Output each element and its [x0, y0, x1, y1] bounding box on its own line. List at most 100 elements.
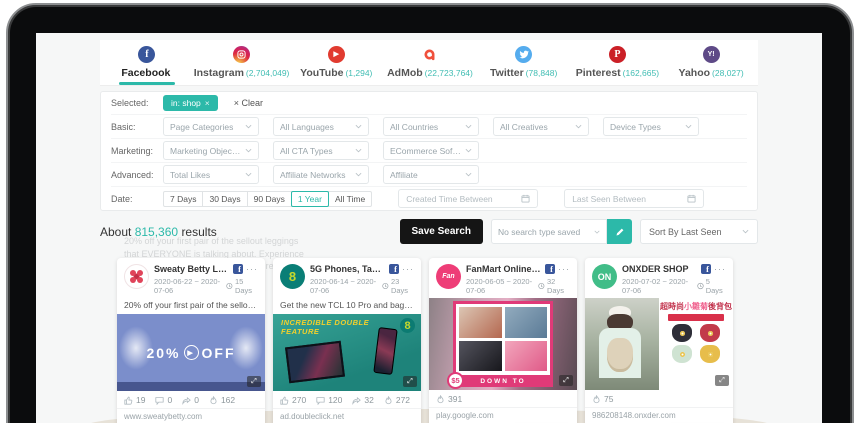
- select-ecommerce-softwares[interactable]: ECommerce Softwares: [383, 141, 479, 160]
- save-search-button[interactable]: Save Search: [400, 219, 484, 244]
- advertiser-name: FanMart Online Shopping - F...: [466, 264, 542, 274]
- expand-icon[interactable]: ⤢: [559, 375, 573, 386]
- expand-icon[interactable]: ⤢: [247, 376, 261, 387]
- heat-icon: [436, 395, 445, 404]
- tab-label: AdMob(22,723,764): [387, 67, 473, 79]
- select-marketing-objectives[interactable]: Marketing Objectives: [163, 141, 259, 160]
- tab-pinterest[interactable]: P Pinterest(162,665): [571, 40, 665, 85]
- saved-search-group: No search type saved: [491, 219, 632, 244]
- heat-icon: [592, 395, 601, 404]
- tab-label: Facebook: [121, 67, 172, 79]
- tab-label: Twitter(78,848): [490, 67, 557, 79]
- instagram-icon: [233, 46, 250, 63]
- model-photo: [585, 298, 659, 390]
- selected-filter-chip[interactable]: in: shop×: [163, 95, 218, 111]
- expand-icon[interactable]: ⤢: [403, 376, 417, 387]
- card-menu-icon[interactable]: ···: [558, 264, 570, 274]
- tab-label: Yahoo(28,027): [679, 67, 744, 79]
- ad-domain[interactable]: 986208148.onxder.com: [585, 407, 733, 421]
- tab-youtube[interactable]: ▶ YouTube(1,294): [289, 40, 383, 85]
- ad-duration: 15 Days: [226, 277, 258, 295]
- network-tabbar: f Facebook Instagram(2,704,049) ▶ YouTub…: [100, 40, 758, 86]
- date-30-days[interactable]: 30 Days: [202, 191, 247, 207]
- creative-title: 超時尚小雛菊後背包: [660, 301, 732, 312]
- advertiser-name: 5G Phones, Tablets & SIMs | ...: [310, 264, 386, 274]
- facebook-icon: f: [545, 264, 555, 274]
- ad-creative-image[interactable]: 超時尚小雛菊後背包 ⤢: [585, 298, 733, 390]
- facebook-icon: f: [389, 264, 399, 274]
- date-90-days[interactable]: 90 Days: [247, 191, 292, 207]
- admob-icon: [421, 46, 438, 63]
- select-affiliate[interactable]: Affiliate: [383, 165, 479, 184]
- advertiser-avatar: [124, 264, 149, 289]
- ad-domain[interactable]: play.google.com: [429, 407, 577, 421]
- ad-text: 20% off your first pair of the sellout l…: [117, 298, 265, 314]
- ad-card-sweaty-betty[interactable]: Sweaty Betty London | Wom... f ··· 2020-…: [117, 258, 265, 423]
- date-all-time[interactable]: All Time: [328, 191, 372, 207]
- card-menu-icon[interactable]: ···: [714, 264, 726, 274]
- ad-creative-image[interactable]: DOWN TO $5 ⤢: [429, 298, 577, 390]
- filter-row-basic: Basic: Page Categories All Languages All…: [111, 114, 747, 138]
- created-time-between-input[interactable]: Created Time Between: [398, 189, 538, 208]
- date-7-days[interactable]: 7 Days: [163, 191, 203, 207]
- advertiser-avatar: 8: [280, 264, 305, 289]
- ee-logo: 8: [400, 318, 415, 333]
- advertiser-name: Sweaty Betty London | Wom...: [154, 264, 230, 274]
- yahoo-icon: Y!: [703, 46, 720, 63]
- saved-search-dropdown[interactable]: No search type saved: [491, 219, 607, 244]
- advertiser-name: ONXDER SHOP: [622, 264, 698, 274]
- ad-creative-image[interactable]: 20%▶OFF ⤢: [117, 314, 265, 391]
- app-screen: f Facebook Instagram(2,704,049) ▶ YouTub…: [36, 33, 822, 423]
- ad-text: Get the new TCL 10 Pro and bag a free TC…: [273, 298, 421, 314]
- tab-instagram[interactable]: Instagram(2,704,049): [194, 40, 290, 85]
- clock-icon: [538, 282, 545, 290]
- ad-stats: 19 0 0 162: [117, 391, 265, 408]
- date-1-year[interactable]: 1 Year: [291, 191, 329, 207]
- ad-domain[interactable]: www.sweatybetty.com: [117, 408, 265, 422]
- expand-icon[interactable]: ⤢: [715, 375, 729, 386]
- ad-date-range: 2020-06-14 ~ 2020-07-06: [310, 277, 382, 295]
- tab-twitter[interactable]: Twitter(78,848): [477, 40, 571, 85]
- clock-icon: [226, 282, 233, 290]
- select-all-countries[interactable]: All Countries: [383, 117, 479, 136]
- like-icon: [280, 396, 289, 405]
- ad-duration: 5 Days: [697, 277, 726, 295]
- select-device-types[interactable]: Device Types: [603, 117, 699, 136]
- pencil-icon: [615, 227, 625, 237]
- select-total-likes[interactable]: Total Likes: [163, 165, 259, 184]
- filter-row-selected: Selected: in: shop× × Clear: [111, 92, 747, 114]
- ad-card-ee-5g[interactable]: 8 5G Phones, Tablets & SIMs | ... f ··· …: [273, 258, 421, 423]
- share-icon: [352, 396, 361, 405]
- select-affiliate-networks[interactable]: Affiliate Networks: [273, 165, 369, 184]
- pinterest-icon: P: [609, 46, 626, 63]
- chip-close-icon[interactable]: ×: [205, 98, 210, 108]
- ad-card-fanmart[interactable]: Fan FanMart Online Shopping - F... f ···…: [429, 258, 577, 423]
- tab-facebook[interactable]: f Facebook: [100, 40, 194, 85]
- ad-card-onxder[interactable]: ON ONXDER SHOP f ··· 2020-07-02 ~ 2020-0…: [585, 258, 733, 423]
- select-cta-types[interactable]: All CTA Types: [273, 141, 369, 160]
- ad-stats: 75: [585, 390, 733, 407]
- select-page-categories[interactable]: Page Categories: [163, 117, 259, 136]
- ad-domain[interactable]: ad.doubleclick.net: [273, 408, 421, 422]
- edit-saved-search-button[interactable]: [607, 219, 632, 244]
- facebook-icon: f: [701, 264, 711, 274]
- tab-yahoo[interactable]: Y! Yahoo(28,027): [664, 40, 758, 85]
- ad-stats: 270 120 32 272: [273, 391, 421, 408]
- select-all-languages[interactable]: All Languages: [273, 117, 369, 136]
- clear-filters-button[interactable]: × Clear: [234, 98, 263, 108]
- ad-date-range: 2020-06-22 ~ 2020-07-06: [154, 277, 226, 295]
- phone-image: [373, 327, 397, 375]
- sort-dropdown[interactable]: Sort By Last Seen: [640, 219, 758, 244]
- tab-admob[interactable]: AdMob(22,723,764): [383, 40, 477, 85]
- price-badge: $5: [447, 372, 464, 389]
- select-all-creatives[interactable]: All Creatives: [493, 117, 589, 136]
- card-menu-icon[interactable]: ···: [402, 264, 414, 274]
- card-menu-icon[interactable]: ···: [246, 264, 258, 274]
- basic-label: Basic:: [111, 122, 163, 132]
- ad-date-range: 2020-06-05 ~ 2020-07-06: [466, 277, 538, 295]
- last-seen-between-input[interactable]: Last Seen Between: [564, 189, 704, 208]
- play-icon[interactable]: ▶: [184, 345, 199, 360]
- ad-creative-image[interactable]: INCREDIBLE DOUBLEFEATURE 8 ⤢: [273, 314, 421, 391]
- heat-icon: [209, 396, 218, 405]
- chevron-down-icon: [742, 229, 749, 234]
